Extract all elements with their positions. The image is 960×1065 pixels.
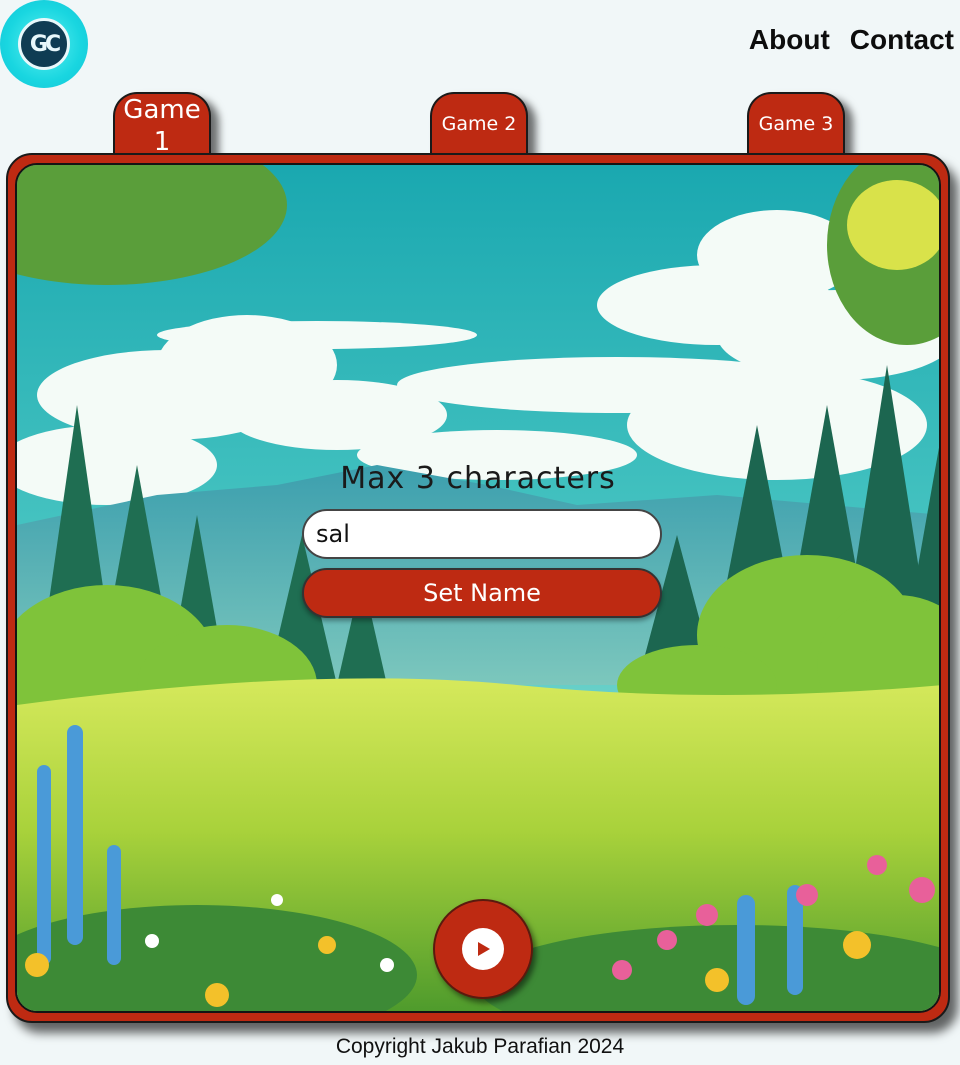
logo-text: GC: [29, 31, 61, 57]
nav-about-link[interactable]: About: [749, 24, 830, 56]
footer-copyright: Copyright Jakub Parafian 2024: [335, 1035, 625, 1058]
play-button[interactable]: [433, 899, 533, 999]
play-triangle-icon: [478, 942, 490, 956]
site-logo[interactable]: GC: [0, 0, 88, 88]
top-nav: About Contact: [749, 24, 954, 56]
nav-contact-link[interactable]: Contact: [850, 24, 954, 56]
set-name-button[interactable]: Set Name: [302, 568, 662, 618]
game-scene: Max 3 characters Set Name: [15, 163, 941, 1013]
name-instruction: Max 3 characters: [340, 461, 616, 496]
game-frame: Max 3 characters Set Name: [6, 153, 950, 1023]
tab-game-1[interactable]: Game 1: [113, 92, 211, 160]
tab-game-3[interactable]: Game 3: [747, 92, 845, 160]
page: GC About Contact Game 1 Game 2 Game 3 Ma…: [0, 0, 960, 1065]
play-icon: [462, 928, 504, 970]
logo-badge: GC: [18, 18, 70, 70]
player-name-input[interactable]: [302, 509, 662, 559]
tab-game-2[interactable]: Game 2: [430, 92, 528, 160]
